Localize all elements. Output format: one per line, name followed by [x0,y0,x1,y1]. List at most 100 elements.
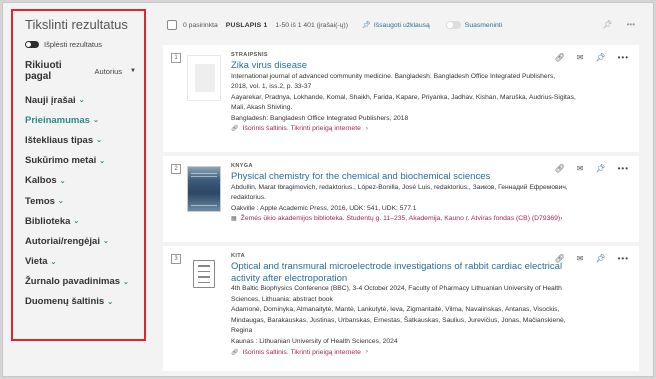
facet-label: Nauji įrašai [25,94,76,106]
location-text: Žemės ūkio akademijos biblioteka. Studen… [240,215,561,223]
chevron-down-icon: ⌄ [123,278,129,286]
title-line: activity after electroporation [231,272,348,284]
book-cover-image [187,166,221,212]
pin-icon[interactable]: 📌︎ [602,20,612,29]
title-line: Optical and transmural microelectrode in… [231,261,563,272]
facet-label: Sukūrimo metai [25,155,97,167]
chevron-down-icon: ⌄ [99,157,106,165]
result-content: KITA Optical and transmural microelectro… [231,253,576,356]
chevron-down-icon: ⌄ [96,137,102,145]
expand-results-label: Išplėsti rezultatus [44,40,102,49]
result-detail: International journal of advanced commun… [231,72,556,80]
facet-label: Biblioteka [25,215,71,227]
facet-label: Temos [25,195,55,207]
chevron-down-icon: ⌄ [107,298,114,306]
result-detail: Bangladesh: Bangladesh Office Integrated… [231,114,409,122]
chevron-right-icon: › [365,125,368,132]
result-detail: 2018, vol. 1, iss.2, p. 33-37 [231,83,312,91]
facet-library[interactable]: Biblioteka ⌄ [25,211,136,231]
document-icon [187,256,221,302]
availability-location[interactable]: ▦ Žemės ūkio akademijos biblioteka. Stude… [231,215,576,222]
refine-results-sidebar: Tikslinti rezultatus Išplėsti rezultatus… [11,9,146,341]
result-detail: Abdullin, Marat Ibragimovich, redaktoriu… [231,183,568,191]
personalize-label: Suasmeninti [464,21,503,29]
email-icon[interactable]: ✉ [577,254,584,263]
result-detail: Kaunas : Lithuanian University of Health… [231,337,398,345]
resource-type: KITA [231,253,246,259]
facet-availability[interactable]: Prieinamumas ⌄ [25,110,136,130]
chevron-right-icon: › [365,349,368,356]
link-icon[interactable]: 🔗︎ [555,53,565,62]
save-query-button[interactable]: 📌︎ Išsaugoti užklausą [362,21,430,30]
facet-languages[interactable]: Kalbos ⌄ [25,171,136,191]
more-icon[interactable]: ••• [627,20,635,29]
result-number: 3 [171,254,181,264]
facet-label: Vieta [25,256,48,268]
result-number: 1 [171,53,181,63]
thumbnail-placeholder [187,55,221,101]
email-icon[interactable]: ✉ [577,53,584,62]
chevron-down-icon: ⌄ [102,238,109,246]
resource-type: STRAIPSNIS [231,52,269,58]
chevron-down-icon: ⌄ [73,218,80,226]
toolbar-icons: 📌︎ ••• [602,20,635,29]
result-card[interactable]: 2 KNYGA Physical chemistry for the chemi… [163,156,639,242]
caret-down-icon[interactable]: ▼ [130,68,136,74]
facet-label: Kalbos [25,175,57,187]
facet-place[interactable]: Vieta ⌄ [25,252,136,272]
pin-icon[interactable]: 📌︎ [595,164,605,173]
result-actions: 🔗︎ ✉ 📌︎ ••• [555,254,629,263]
link-icon: 🔗︎ [231,349,239,356]
chevron-down-icon: ⌄ [78,97,85,105]
result-title[interactable]: Optical and transmural microelectrode in… [231,261,576,284]
result-card[interactable]: 3 KITA Optical and transmural microelect… [163,246,639,371]
expand-results-row[interactable]: Išplėsti rezultatus [25,40,136,49]
selected-count: 0 pasirinkta [183,21,218,29]
link-icon[interactable]: 🔗︎ [555,164,565,173]
link-icon[interactable]: 🔗︎ [555,254,565,263]
sort-row: Rikiuoti pagal Autorius ▼ [25,60,136,82]
expand-results-toggle[interactable] [25,41,39,48]
result-detail: Oakville : Apple Academic Press, 2016, U… [231,204,417,212]
sort-select[interactable]: Autorius [95,67,123,76]
result-title[interactable]: Zika virus disease [231,60,576,72]
facet-list: Nauji įrašai ⌄ Prieinamumas ⌄ Ištekliaus t… [25,90,136,312]
result-detail: redaktorius. [231,194,266,202]
result-content: STRAIPSNIS Zika virus disease Internatio… [231,52,576,132]
result-detail: Regina [231,327,253,335]
availability-text: Išorinis šaltinis. Tikrinti prieigą inte… [242,125,361,133]
chevron-down-icon: ⌄ [57,198,64,206]
result-title[interactable]: Physical chemistry for the chemical and … [231,171,576,183]
page-indicator: PUSLAPIS 1 [225,21,268,29]
availability-link[interactable]: 🔗︎ Išorinis šaltinis. Tikrinti prieigą in… [231,125,576,132]
more-icon[interactable]: ••• [618,254,629,263]
more-icon[interactable]: ••• [618,53,629,62]
facet-creation-year[interactable]: Sukūrimo metai ⌄ [25,151,136,171]
pin-icon[interactable]: 📌︎ [595,53,605,62]
facet-new-records[interactable]: Nauji įrašai ⌄ [25,90,136,110]
personalize-toggle[interactable]: Suasmeninti [445,21,503,29]
facet-journal-title[interactable]: Žurnalo pavadinimas ⌄ [25,272,136,292]
result-detail: Mali, Akash Shivling. [231,104,293,112]
facet-resource-type[interactable]: Ištekliaus tipas ⌄ [25,130,136,150]
pin-icon[interactable]: 📌︎ [595,254,605,263]
chevron-down-icon: ⌄ [59,177,66,185]
result-detail: 4th Baltic Biophysics Conference (BBC), … [231,285,562,292]
facet-label: Duomenų šaltinis [25,296,105,308]
result-card[interactable]: 1 STRAIPSNIS Zika virus disease Internat… [163,45,639,152]
result-number: 2 [171,164,181,174]
result-actions: 🔗︎ ✉ 📌︎ ••• [555,164,629,173]
facet-subjects[interactable]: Temos ⌄ [25,191,136,211]
facet-authors[interactable]: Autoriai/rengėjai ⌄ [25,231,136,251]
email-icon[interactable]: ✉ [577,164,584,173]
more-icon[interactable]: ••• [618,164,629,173]
chevron-right-icon: › [560,215,563,223]
facet-data-source[interactable]: Duomenų šaltinis ⌄ [25,292,136,312]
toggle-switch[interactable] [445,21,461,29]
result-content: KNYGA Physical chemistry for the chemica… [231,163,576,222]
save-query-label: Išsaugoti užklausą [373,21,430,29]
availability-link[interactable]: 🔗︎ Išorinis šaltinis. Tikrinti prieigą in… [231,349,576,356]
facet-label: Žurnalo pavadinimas [25,276,121,288]
results-range: 1-50 iš 1 401 (įrašai(-ų)) [275,21,348,29]
select-all-checkbox[interactable] [167,20,177,30]
